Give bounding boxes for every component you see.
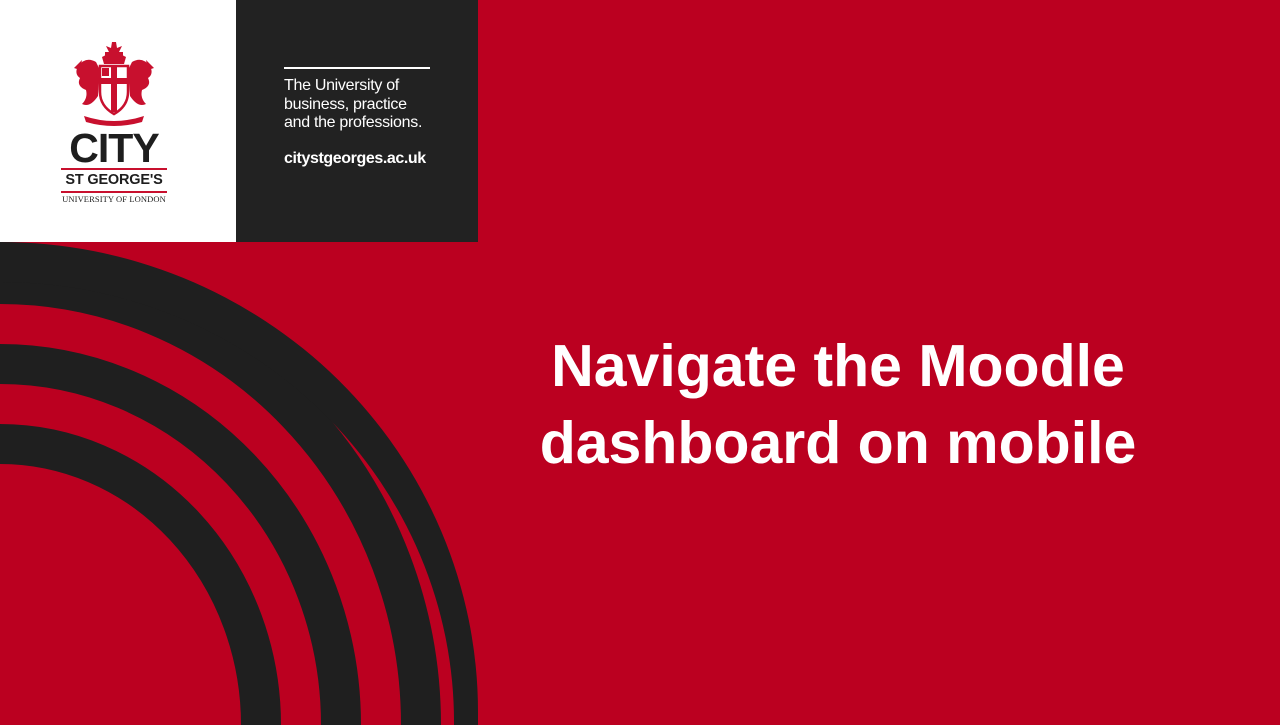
coat-of-arms-icon	[74, 42, 154, 126]
tagline-divider	[284, 67, 430, 69]
decorative-arc	[0, 424, 281, 725]
logo-subwordmark: ST GEORGE'S	[65, 172, 163, 188]
logo-divider	[61, 191, 167, 193]
website-url: citystgeorges.ac.uk	[284, 150, 426, 167]
decorative-arcs	[0, 242, 478, 725]
tagline: The University of business, practice and…	[284, 77, 422, 133]
tagline-line: business, practice	[284, 95, 407, 113]
logo-panel: CITY ST GEORGE'S UNIVERSITY OF LONDON	[0, 0, 236, 242]
logo-wordmark: CITY	[69, 125, 159, 171]
tagline-panel: The University of business, practice and…	[236, 0, 478, 242]
slide-title: Navigate the Moodle dashboard on mobile	[478, 328, 1198, 482]
tagline-line: and the professions.	[284, 114, 423, 131]
tagline-line: The University of	[284, 77, 399, 94]
slide-title-line: dashboard on mobile	[539, 410, 1137, 476]
logo-institution: UNIVERSITY OF LONDON	[62, 194, 166, 204]
slide-title-line: Navigate the Moodle	[551, 333, 1125, 399]
logo-divider	[61, 168, 167, 170]
